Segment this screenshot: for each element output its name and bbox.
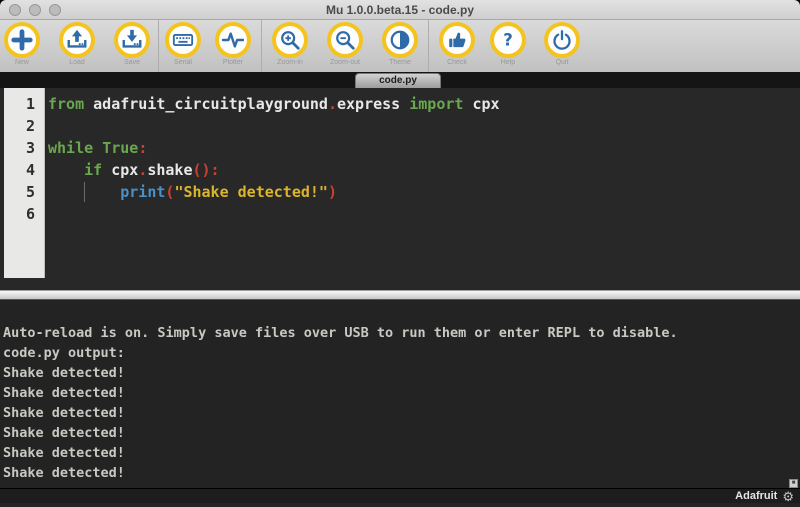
- toolbar-button-label: Save: [110, 59, 154, 66]
- zoom-in-icon: [272, 22, 308, 58]
- toolbar-separator: [261, 20, 262, 72]
- code-text: from adafruit_circuitplayground.express …: [45, 93, 500, 115]
- zoom-out-icon: [327, 22, 363, 58]
- plus-icon: [4, 22, 40, 58]
- mode-label[interactable]: Adafruit: [735, 490, 777, 502]
- code-editor[interactable]: 1from adafruit_circuitplayground.express…: [0, 88, 800, 290]
- toolbar-button-new[interactable]: New: [0, 22, 44, 66]
- line-number: 3: [0, 137, 45, 159]
- code-text: while True:: [45, 137, 147, 159]
- thumbs-up-icon: [439, 22, 475, 58]
- toolbar-button-label: Serial: [161, 59, 205, 66]
- bottom-edge: [0, 503, 800, 507]
- code-line: 5 print("Shake detected!"): [0, 181, 800, 203]
- code-text: print("Shake detected!"): [45, 181, 337, 203]
- toolbar-button-label: New: [0, 59, 44, 66]
- toolbar-button-serial[interactable]: Serial: [161, 22, 205, 66]
- upload-icon: [59, 22, 95, 58]
- toolbar: New Load Save Serial Plotter Zoom-in Zoom-out T…: [0, 20, 800, 72]
- status-bar: Adafruit ⚙: [0, 488, 800, 503]
- contrast-icon: [382, 22, 418, 58]
- toolbar-button-zoom-out[interactable]: Zoom-out: [323, 22, 367, 66]
- serial-line: Shake detected!: [3, 403, 797, 423]
- code-line: 6: [0, 203, 800, 225]
- serial-line: Shake detected!: [3, 383, 797, 403]
- toolbar-button-zoom-in[interactable]: Zoom-in: [268, 22, 312, 66]
- serial-output[interactable]: Auto-reload is on. Simply save files ove…: [0, 300, 800, 487]
- toolbar-button-label: Plotter: [211, 59, 255, 66]
- toolbar-button-theme[interactable]: Theme: [378, 22, 422, 66]
- toolbar-button-plotter[interactable]: Plotter: [211, 22, 255, 66]
- code-line: 1from adafruit_circuitplayground.express…: [0, 93, 800, 115]
- gear-icon[interactable]: ⚙: [782, 490, 794, 503]
- title-bar: Mu 1.0.0.beta.15 - code.py: [0, 0, 800, 20]
- serial-line: Shake detected!: [3, 463, 797, 483]
- pane-splitter[interactable]: [0, 290, 800, 300]
- indent-guide: [84, 182, 85, 202]
- line-number: 2: [0, 115, 45, 137]
- line-number: 5: [0, 181, 45, 203]
- tab-code.py[interactable]: code.py: [355, 73, 441, 88]
- toolbar-button-label: Check: [435, 59, 479, 66]
- toolbar-button-label: Load: [55, 59, 99, 66]
- help-icon: ?: [490, 22, 526, 58]
- toolbar-button-label: Zoom-in: [268, 59, 312, 66]
- line-number: 4: [0, 159, 45, 181]
- toolbar-button-quit[interactable]: Quit: [540, 22, 584, 66]
- keyboard-icon: [165, 22, 201, 58]
- scroll-corner-icon: ■: [789, 479, 798, 488]
- power-icon: [544, 22, 580, 58]
- code-line: 4 if cpx.shake():: [0, 159, 800, 181]
- code-text: [45, 203, 48, 225]
- toolbar-separator: [428, 20, 429, 72]
- window-title: Mu 1.0.0.beta.15 - code.py: [0, 3, 800, 17]
- code-line: 3while True:: [0, 137, 800, 159]
- toolbar-button-save[interactable]: Save: [110, 22, 154, 66]
- toolbar-button-label: Zoom-out: [323, 59, 367, 66]
- serial-line: code.py output:: [3, 343, 797, 363]
- toolbar-button-load[interactable]: Load: [55, 22, 99, 66]
- serial-line: Shake detected!: [3, 423, 797, 443]
- tab-bar: code.py: [0, 72, 800, 88]
- serial-line: Shake detected!: [3, 363, 797, 383]
- code-text: if cpx.shake():: [45, 159, 220, 181]
- toolbar-button-help[interactable]: ? Help: [486, 22, 530, 66]
- download-icon: [114, 22, 150, 58]
- serial-line: Auto-reload is on. Simply save files ove…: [3, 323, 797, 343]
- toolbar-button-check[interactable]: Check: [435, 22, 479, 66]
- svg-text:?: ?: [503, 31, 513, 50]
- code-rows: 1from adafruit_circuitplayground.express…: [0, 93, 800, 225]
- serial-line: Shake detected!: [3, 443, 797, 463]
- toolbar-separator: [158, 20, 159, 72]
- code-line: 2: [0, 115, 800, 137]
- pulse-icon: [215, 22, 251, 58]
- toolbar-button-label: Theme: [378, 59, 422, 66]
- toolbar-button-label: Help: [486, 59, 530, 66]
- mu-window: Mu 1.0.0.beta.15 - code.py New Load Save Se…: [0, 0, 800, 507]
- line-number: 6: [0, 203, 45, 225]
- toolbar-button-label: Quit: [540, 59, 584, 66]
- code-text: [45, 115, 48, 137]
- line-number: 1: [0, 93, 45, 115]
